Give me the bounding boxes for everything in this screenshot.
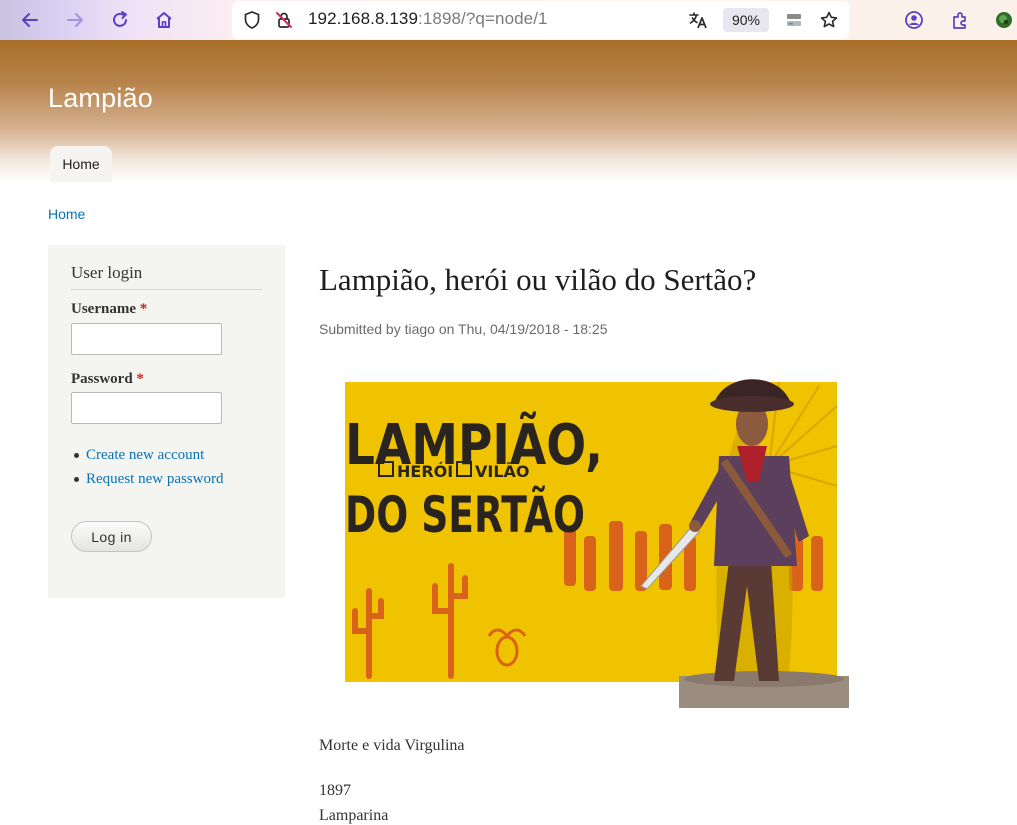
node-body-paragraph: Lamparina <box>319 807 389 824</box>
breadcrumb-home[interactable]: Home <box>48 206 85 222</box>
poster-option-vilao: VILÃO <box>475 462 530 481</box>
insecure-lock-icon[interactable] <box>270 6 298 34</box>
password-input[interactable] <box>71 392 222 424</box>
create-account-link[interactable]: Create new account <box>74 446 223 470</box>
poster-subheadline: DO SERTÃO <box>345 485 585 544</box>
required-mark: * <box>139 301 148 317</box>
username-label: Username * <box>71 301 148 317</box>
shield-icon[interactable] <box>238 6 266 34</box>
url-bar[interactable]: 192.168.8.139:1898/?q=node/1 90% <box>232 1 849 39</box>
poster-headline: LAMPIÃO, <box>345 412 603 478</box>
zoom-level-badge[interactable]: 90% <box>723 8 769 32</box>
block-title: User login <box>71 263 262 290</box>
username-input[interactable] <box>71 323 222 355</box>
password-label: Password * <box>71 371 144 387</box>
bookmark-star-icon[interactable] <box>815 6 843 34</box>
storage-icon[interactable] <box>780 6 808 34</box>
home-icon[interactable] <box>150 6 178 34</box>
account-icon[interactable] <box>900 6 928 34</box>
browser-toolbar: 192.168.8.139:1898/?q=node/1 90% <box>0 0 1017 40</box>
user-login-block: User login Username * Password * Create … <box>48 245 285 598</box>
node-body-paragraph: 1897 <box>319 782 351 799</box>
node-image: LAMPIÃO, HERÓI VILÃO DO SERTÃO <box>319 346 863 708</box>
extensions-icon[interactable] <box>946 6 974 34</box>
reload-icon[interactable] <box>106 6 134 34</box>
node-body-paragraph: Morte e vida Virgulina <box>319 737 465 754</box>
extension-globe-icon[interactable] <box>990 6 1017 34</box>
translate-icon[interactable] <box>684 6 712 34</box>
node-title: Lampião, herói ou vilão do Sertão? <box>319 262 757 297</box>
login-button[interactable]: Log in <box>71 521 152 552</box>
submitted-info: Submitted by tiago on Thu, 04/19/2018 - … <box>319 321 608 337</box>
required-mark: * <box>136 371 144 387</box>
request-password-link[interactable]: Request new password <box>74 470 223 494</box>
forward-icon[interactable] <box>61 6 89 34</box>
site-header: Lampião Home <box>0 40 1017 182</box>
login-links: Create new account Request new password <box>74 446 223 494</box>
back-icon[interactable] <box>16 6 44 34</box>
nav-tab-home[interactable]: Home <box>50 146 112 182</box>
poster-option-heroi: HERÓI <box>397 462 453 481</box>
url-text[interactable]: 192.168.8.139:1898/?q=node/1 <box>308 9 548 29</box>
site-name[interactable]: Lampião <box>48 83 153 114</box>
